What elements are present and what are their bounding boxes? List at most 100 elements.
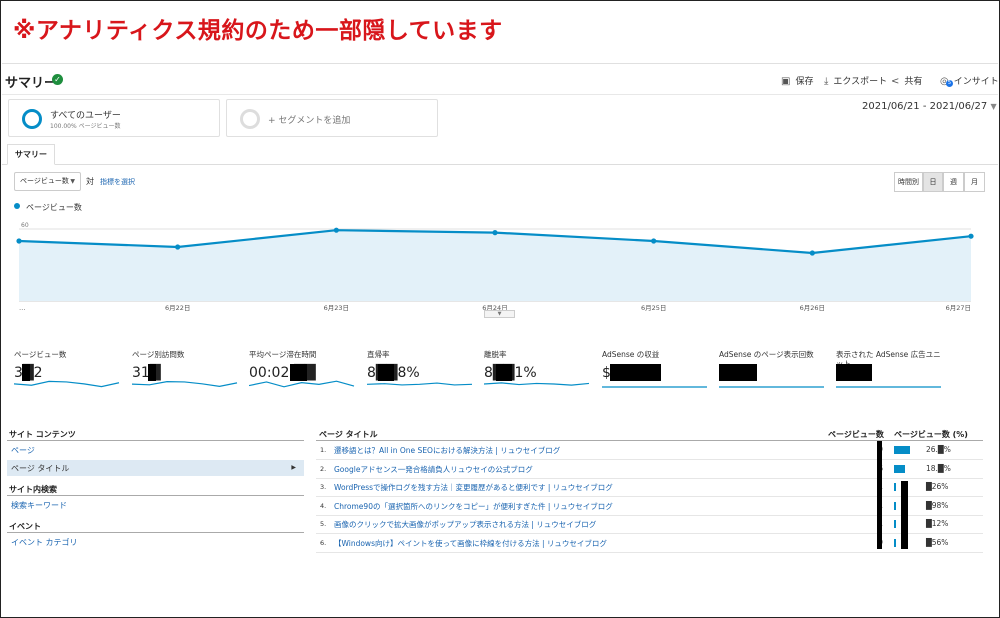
data-point[interactable] — [175, 244, 181, 250]
tab-divider — [2, 164, 998, 165]
segment-ring-icon — [22, 109, 42, 129]
download-icon: ⤓ — [824, 76, 829, 87]
redaction-block — [290, 364, 307, 381]
row-number: 5. — [320, 520, 327, 528]
data-point[interactable] — [333, 227, 339, 233]
kpi-label: 直帰率 — [367, 350, 390, 359]
add-segment-button[interactable]: + セグメントを追加 — [226, 99, 438, 137]
site-content-heading: サイト コンテンツ — [9, 430, 76, 439]
save-button[interactable]: ▣ 保存 — [781, 74, 813, 87]
nav-event-category-link[interactable]: イベント カテゴリ — [11, 537, 78, 548]
column-header-views[interactable]: ページビュー数 — [828, 429, 884, 440]
kpi-label: AdSense の収益 — [602, 350, 660, 359]
granularity-month-button[interactable]: 月 — [964, 172, 985, 192]
redaction-notice-banner: ※アナリティクス規約のため一部隠しています — [13, 18, 503, 44]
table-row: 6. 【Windows向け】ペイントを使って画像に枠線を付ける方法 | リュウセイ… — [316, 534, 983, 553]
row-percent: 18.█% — [926, 463, 951, 473]
date-range-label: 2021/06/21 - 2021/06/27 — [862, 101, 988, 112]
export-button[interactable]: ⤓ エクスポート — [824, 74, 887, 87]
table-row: 1. 遷移語とは？All in One SEOにおける解決方法 | リュウセイブロ… — [316, 441, 983, 460]
kpi-tile[interactable]: ページビュー数3█2 — [14, 348, 129, 398]
redaction-block — [836, 364, 872, 381]
data-point[interactable] — [651, 238, 657, 244]
select-metric-link[interactable]: 指標を選択 — [100, 177, 135, 187]
share-icon: < — [891, 76, 900, 87]
table-row: 2.Googleアドセンス一発合格請負人リュウセイの公式ブログ618.█% — [316, 460, 983, 479]
report-header: サマリー ✓ ▣ 保存 ⤓ エクスポート < 共有 ◎ インサイト 5 — [2, 63, 999, 95]
redaction-block — [901, 481, 908, 549]
segment-subtitle: 100.00% ページビュー数 — [50, 123, 121, 130]
page-title-link[interactable]: Googleアドセンス一発合格請負人リュウセイの公式ブログ — [334, 464, 533, 475]
event-heading: イベント — [9, 522, 41, 531]
chevron-down-icon: ▼ — [70, 178, 75, 185]
x-tick-label: 6月23日 — [324, 304, 349, 312]
sparkline-line — [132, 380, 238, 388]
row-percent: 26.█% — [926, 445, 951, 454]
y-tick-label: 60 — [21, 222, 29, 229]
date-range-picker[interactable]: 2021/06/21 - 2021/06/27 ▼ — [862, 101, 997, 112]
nav-page-title-selected[interactable]: ページ タイトル ▶ — [7, 460, 304, 476]
page-title-link[interactable]: WordPressで操作ログを残す方法｜変更履歴があると便利です | リュウセイ… — [334, 482, 613, 493]
verified-check-icon: ✓ — [52, 74, 63, 85]
percent-bar — [894, 446, 910, 454]
site-search-divider — [7, 495, 304, 496]
tab-summary[interactable]: サマリー — [7, 144, 55, 165]
granularity-week-button[interactable]: 週 — [943, 172, 964, 192]
data-point[interactable] — [492, 230, 498, 236]
percent-bar — [894, 520, 896, 528]
sparkline-line — [249, 380, 355, 388]
pageviews-chart: 604020…6月22日6月23日6月24日6月25日6月26日6月27日 — [16, 222, 974, 312]
insights-label: インサイト — [953, 77, 999, 87]
x-tick-label: 6月27日 — [946, 304, 971, 312]
share-button[interactable]: < 共有 — [891, 74, 922, 87]
data-point[interactable] — [809, 250, 815, 256]
site-search-heading: サイト内検索 — [9, 485, 57, 494]
segment-ring-icon — [240, 109, 260, 129]
table-row: 4. Chrome90の「選択箇所へのリンクをコピー」が便利すぎた件 | リュウセ… — [316, 497, 983, 516]
chart-resize-handle[interactable]: ▼ — [484, 310, 515, 318]
versus-label: 対 — [86, 177, 94, 186]
nav-search-keyword-link[interactable]: 検索キーワード — [11, 500, 67, 511]
kpi-label: 離脱率 — [484, 350, 507, 359]
granularity-day-button[interactable]: 日 — [923, 172, 943, 192]
row-number: 4. — [320, 501, 327, 510]
data-point[interactable] — [968, 233, 974, 239]
percent-bar — [894, 464, 905, 473]
legend-series-name: ページビュー数 — [26, 203, 82, 212]
page-title-link[interactable]: Chrome90の「選択箇所へのリンクをコピー」が便利すぎた件 | リュウセイブ… — [334, 501, 613, 512]
metric-select[interactable]: ページビュー数 ▼ — [14, 172, 81, 191]
page-title-link[interactable]: 画像のクリックで拡大画像がポップアップ表示される方法 | リュウセイブログ — [334, 519, 596, 530]
kpi-label: AdSense のページ表示回数 — [719, 350, 814, 359]
granularity-hourly-button[interactable]: 時間別 — [894, 172, 923, 192]
row-percent: █98% — [926, 500, 949, 510]
table-row: 5.画像のクリックで拡大画像がポップアップ表示される方法 | リュウセイブログ1… — [316, 515, 983, 534]
column-header-title[interactable]: ページ タイトル — [319, 429, 378, 440]
x-tick-label: 6月22日 — [165, 304, 190, 312]
page-title-link[interactable]: 遷移語とは？All in One SEOにおける解決方法 | リュウセイブログ — [334, 445, 560, 456]
chart-legend: ページビュー数 — [14, 202, 82, 213]
row-percent: █12% — [926, 519, 949, 528]
percent-bar — [894, 483, 896, 491]
redaction-block — [148, 364, 156, 381]
export-label: エクスポート — [833, 77, 888, 87]
page-title-link[interactable]: 【Windows向け】ペイントを使って画像に枠線を付ける方法 | リュウセイブロ… — [334, 538, 607, 549]
data-point[interactable] — [16, 238, 22, 244]
series-area — [19, 230, 971, 301]
redaction-block — [22, 364, 30, 381]
chevron-right-icon: ▶ — [291, 464, 296, 471]
kpi-label: ページビュー数 — [14, 350, 67, 359]
row-percent: █56% — [926, 537, 949, 547]
event-divider — [7, 532, 304, 533]
site-content-divider — [7, 440, 304, 441]
save-icon: ▣ — [781, 76, 791, 87]
insights-count-badge: 5 — [946, 80, 953, 87]
chevron-down-icon: ▼ — [990, 102, 997, 111]
redaction-block — [719, 364, 757, 381]
row-percent: █26% — [926, 482, 949, 491]
segment-all-users[interactable]: すべてのユーザー 100.00% ページビュー数 — [8, 99, 220, 137]
sparkline-line — [14, 380, 120, 388]
sparkline-line — [367, 382, 473, 386]
nav-page-link[interactable]: ページ — [11, 445, 35, 456]
redaction-block — [378, 364, 394, 381]
column-header-views-percent[interactable]: ページビュー数 (%) — [894, 429, 968, 440]
